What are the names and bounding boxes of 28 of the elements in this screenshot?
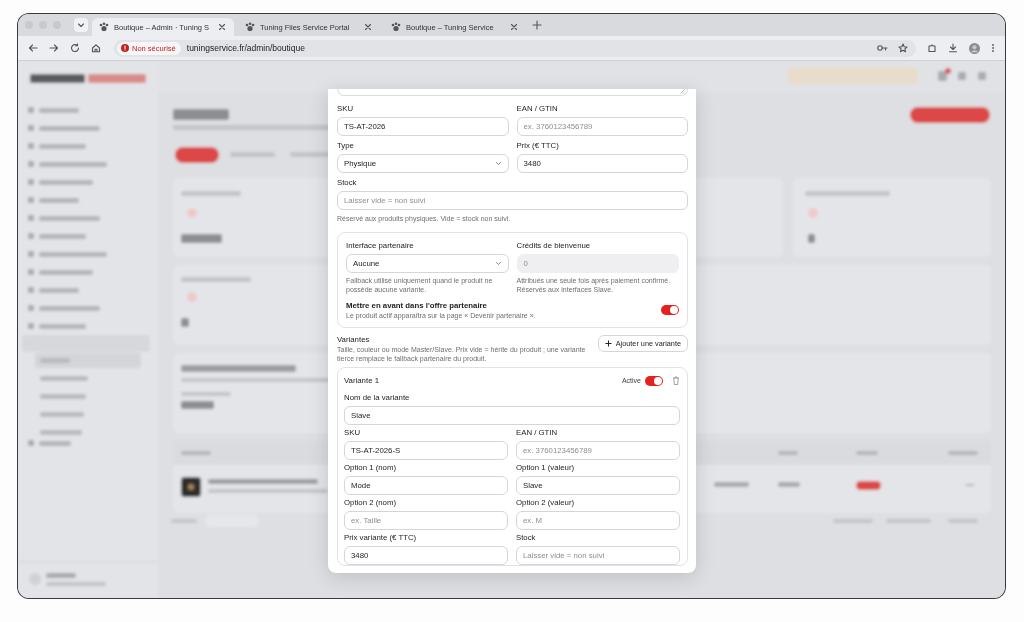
- new-tab-icon[interactable]: [532, 20, 542, 30]
- warning-icon: [121, 44, 129, 52]
- paw-icon: [245, 22, 255, 32]
- reload-icon[interactable]: [70, 43, 80, 53]
- paw-icon: [391, 22, 401, 32]
- close-icon[interactable]: [217, 22, 227, 32]
- url-text: tuningservice.fr/admin/boutique: [186, 43, 306, 53]
- toggle-switch[interactable]: [645, 375, 663, 386]
- plus-icon: [604, 339, 612, 347]
- more-menu-icon[interactable]: [991, 43, 995, 53]
- forward-icon[interactable]: [49, 43, 59, 53]
- back-icon[interactable]: [28, 43, 38, 53]
- extensions-icon[interactable]: [927, 43, 937, 53]
- avatar-icon[interactable]: [969, 42, 980, 54]
- resize-grip-icon: [680, 89, 685, 94]
- tab-list-button[interactable]: [74, 18, 88, 32]
- home-icon[interactable]: [91, 43, 101, 53]
- close-icon[interactable]: [363, 22, 373, 32]
- chevron-down-icon: [494, 160, 502, 167]
- chevron-down-icon: [77, 21, 85, 29]
- close-icon[interactable]: [509, 22, 519, 32]
- trash-icon[interactable]: [672, 376, 680, 385]
- star-icon[interactable]: [898, 43, 908, 53]
- key-icon[interactable]: [877, 43, 888, 53]
- paw-icon: [99, 22, 109, 32]
- download-icon[interactable]: [948, 43, 958, 53]
- toggle-switch[interactable]: [661, 305, 679, 315]
- chevron-down-icon: [494, 259, 502, 267]
